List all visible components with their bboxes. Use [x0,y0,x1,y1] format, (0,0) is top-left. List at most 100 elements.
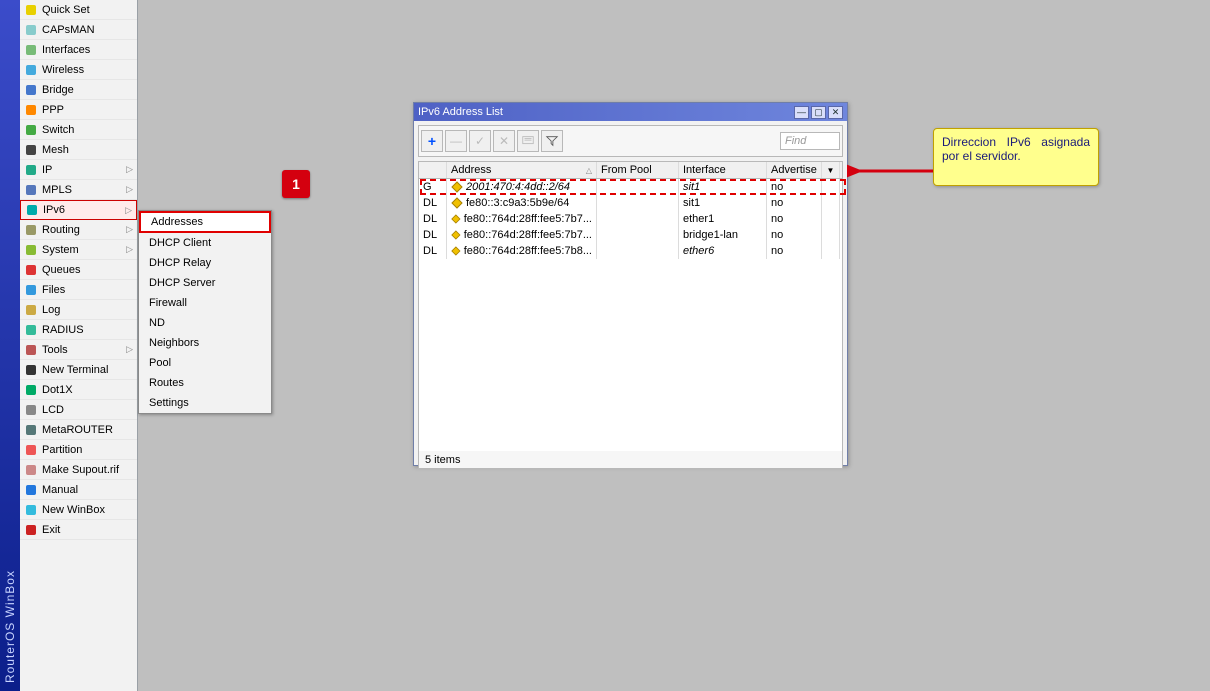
submenu-item-nd[interactable]: ND [139,313,271,333]
sidebar-item-files[interactable]: Files [20,280,137,300]
submenu-item-settings[interactable]: Settings [139,393,271,413]
sidebar-item-make-supout-rif[interactable]: Make Supout.rif [20,460,137,480]
sidebar-item-partition[interactable]: Partition [20,440,137,460]
cell-flags: DL [419,211,447,227]
address-grid: Address△ From Pool Interface Advertise ▼… [418,161,843,451]
sidebar-item-label: System [42,244,79,256]
sidebar-icon [24,303,38,317]
sidebar-item-switch[interactable]: Switch [20,120,137,140]
col-address[interactable]: Address△ [447,162,597,178]
submenu-arrow-icon: ▷ [126,164,133,175]
sidebar-item-label: Routing [42,224,80,236]
sidebar-item-capsman[interactable]: CAPsMAN [20,20,137,40]
sidebar-item-queues[interactable]: Queues [20,260,137,280]
cell-pool [597,243,679,259]
submenu-arrow-icon: ▷ [125,205,132,216]
table-row[interactable]: DLfe80::3:c9a3:5b9e/64sit1no [419,195,842,211]
submenu-item-neighbors[interactable]: Neighbors [139,333,271,353]
sidebar-item-lcd[interactable]: LCD [20,400,137,420]
remove-button[interactable]: — [445,130,467,152]
disable-button[interactable]: ✕ [493,130,515,152]
sidebar-item-label: Files [42,284,65,296]
sidebar-item-log[interactable]: Log [20,300,137,320]
brand-text: RouterOS WinBox [3,570,17,683]
sidebar-item-interfaces[interactable]: Interfaces [20,40,137,60]
sidebar-icon [24,183,38,197]
sidebar-item-label: LCD [42,404,64,416]
window-titlebar[interactable]: IPv6 Address List — ▢ ✕ [414,103,847,121]
sidebar-icon [24,383,38,397]
toolbar: + — ✓ ✕ Find [418,125,843,157]
sidebar-item-exit[interactable]: Exit [20,520,137,540]
sidebar-item-label: Interfaces [42,44,90,56]
col-menu[interactable]: ▼ [822,162,840,178]
sidebar-item-label: Tools [42,344,68,356]
close-button[interactable]: ✕ [828,106,843,119]
sidebar-item-new-winbox[interactable]: New WinBox [20,500,137,520]
col-flags[interactable] [419,162,447,178]
submenu-item-routes[interactable]: Routes [139,373,271,393]
sidebar-item-ipv6[interactable]: IPv6 ▷ [20,200,137,220]
sidebar-item-new-terminal[interactable]: New Terminal [20,360,137,380]
col-pool[interactable]: From Pool [597,162,679,178]
cell-pool [597,227,679,243]
table-row[interactable]: DLfe80::764d:28ff:fee5:7b7...ether1no [419,211,842,227]
submenu-item-dhcp-server[interactable]: DHCP Server [139,273,271,293]
sidebar-item-label: IP [42,164,52,176]
comment-button[interactable] [517,130,539,152]
sidebar-item-label: IPv6 [43,204,65,216]
cell-spacer [822,211,840,227]
table-row[interactable]: G2001:470:4:4dd::2/64sit1no [419,179,842,195]
maximize-button[interactable]: ▢ [811,106,826,119]
sidebar-item-mpls[interactable]: MPLS▷ [20,180,137,200]
table-row[interactable]: DLfe80::764d:28ff:fee5:7b7...bridge1-lan… [419,227,842,243]
submenu-item-firewall[interactable]: Firewall [139,293,271,313]
sidebar-item-bridge[interactable]: Bridge [20,80,137,100]
sidebar-icon [24,223,38,237]
sidebar-item-wireless[interactable]: Wireless [20,60,137,80]
table-row[interactable]: DLfe80::764d:28ff:fee5:7b8...ether6no [419,243,842,259]
add-button[interactable]: + [421,130,443,152]
sidebar-icon [24,83,38,97]
sidebar-item-quick-set[interactable]: Quick Set [20,0,137,20]
address-icon [451,245,461,257]
ipv6-address-list-window: IPv6 Address List — ▢ ✕ + — ✓ ✕ Find Add… [413,102,848,466]
cell-interface: ether1 [679,211,767,227]
sidebar-item-mesh[interactable]: Mesh [20,140,137,160]
sidebar-icon [24,483,38,497]
submenu-item-dhcp-relay[interactable]: DHCP Relay [139,253,271,273]
sidebar-icon [24,463,38,477]
sidebar-item-tools[interactable]: Tools▷ [20,340,137,360]
dropdown-icon: ▼ [827,166,835,175]
submenu-item-addresses[interactable]: Addresses [139,211,271,233]
cell-address: fe80::764d:28ff:fee5:7b7... [447,211,597,227]
sidebar-item-manual[interactable]: Manual [20,480,137,500]
cell-flags: DL [419,243,447,259]
comment-icon [521,134,535,148]
enable-button[interactable]: ✓ [469,130,491,152]
sidebar-item-radius[interactable]: RADIUS [20,320,137,340]
sidebar-item-dot1x[interactable]: Dot1X [20,380,137,400]
sidebar-item-metarouter[interactable]: MetaROUTER [20,420,137,440]
address-icon [451,213,461,225]
sidebar-icon [24,263,38,277]
sort-asc-icon: △ [586,166,592,175]
grid-header[interactable]: Address△ From Pool Interface Advertise ▼ [419,161,842,179]
cell-interface: sit1 [679,179,767,195]
sidebar-item-label: Manual [42,484,78,496]
col-advertise[interactable]: Advertise [767,162,822,178]
submenu-item-dhcp-client[interactable]: DHCP Client [139,233,271,253]
filter-button[interactable] [541,130,563,152]
sidebar-item-label: Bridge [42,84,74,96]
submenu-item-pool[interactable]: Pool [139,353,271,373]
sidebar-item-routing[interactable]: Routing▷ [20,220,137,240]
find-input[interactable]: Find [780,132,840,150]
sidebar: Quick SetCAPsMAN Interfaces Wireless Bridge… [20,0,138,691]
sidebar-item-system[interactable]: System▷ [20,240,137,260]
minimize-button[interactable]: — [794,106,809,119]
sidebar-item-ip[interactable]: IP ▷ [20,160,137,180]
cell-advertise: no [767,227,822,243]
sidebar-item-ppp[interactable]: PPP [20,100,137,120]
col-interface[interactable]: Interface [679,162,767,178]
address-icon [451,197,463,209]
